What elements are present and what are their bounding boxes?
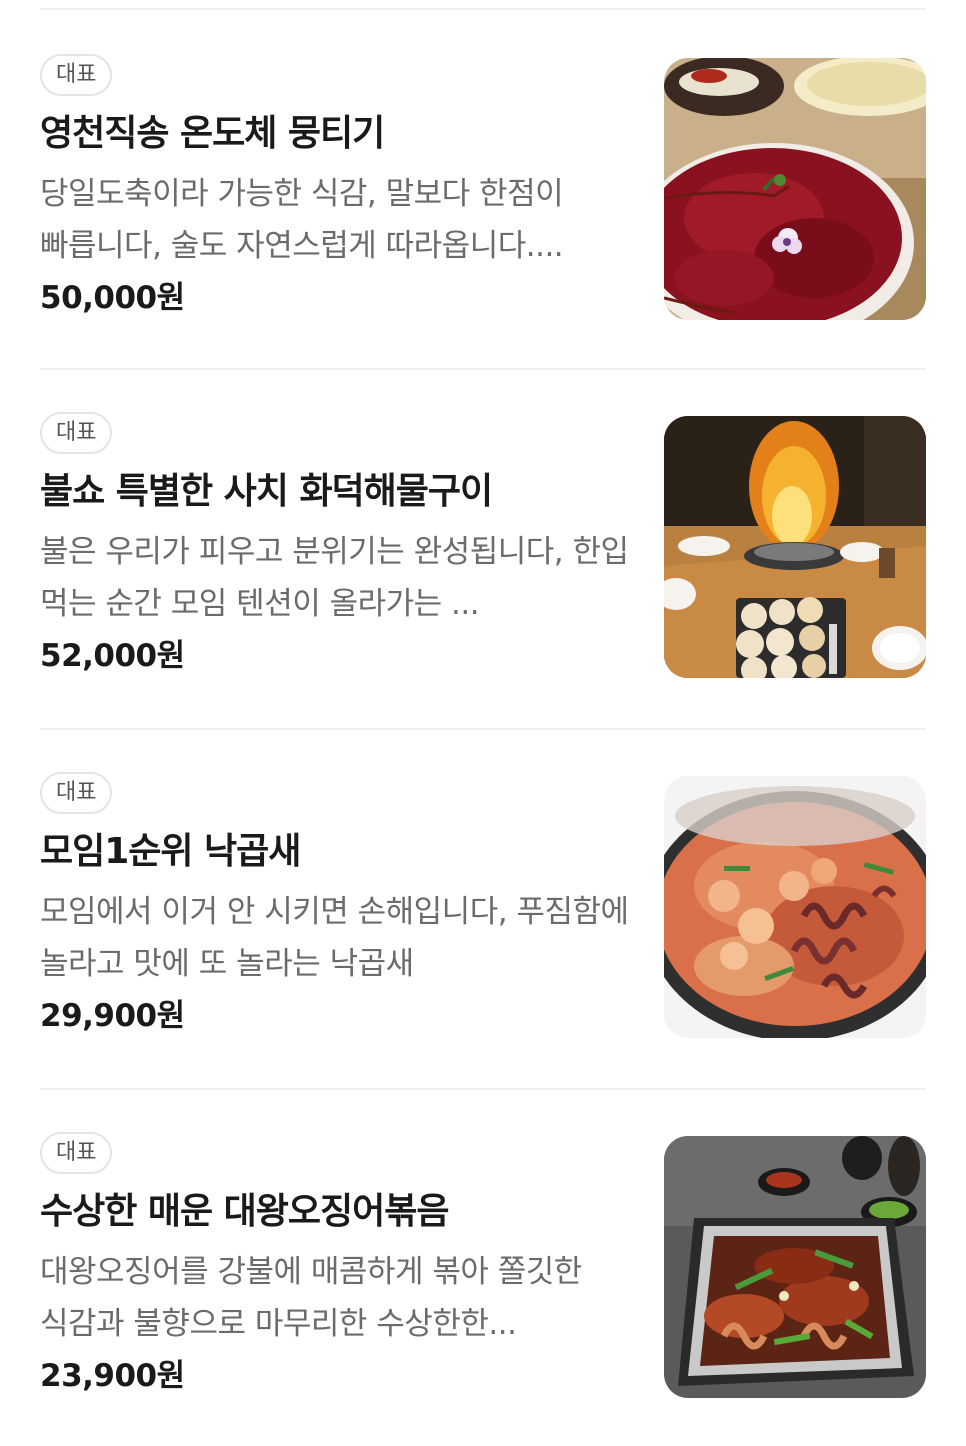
flaming-seafood-grill-photo[interactable] — [664, 416, 926, 678]
menu-item[interactable]: 대표 불쇼 특별한 사치 화덕해물구이 불은 우리가 피우고 분위기는 완성됩니… — [0, 368, 966, 728]
menu-item-name: 영천직송 온도체 뭉티기 — [40, 113, 385, 154]
menu-item-price: 23,900원 — [40, 1358, 185, 1394]
raw-beef-platter-photo[interactable] — [664, 58, 926, 320]
flaming-seafood-grill-image — [664, 416, 926, 678]
menu-item-text: 대표 수상한 매운 대왕오징어볶음 대왕오징어를 강불에 매콤하게 볶아 쫄깃한… — [40, 1132, 630, 1400]
menu-item[interactable]: 대표 영천직송 온도체 뭉티기 당일도축이라 가능한 식감, 말보다 한점이 빠… — [0, 10, 966, 368]
menu-item-description: 대왕오징어를 강불에 매콤하게 볶아 쫄깃한 식감과 불향으로 마무리한 수상한… — [40, 1254, 582, 1342]
menu-item-description: 불은 우리가 피우고 분위기는 완성됩니다, 한입 먹는 순간 모임 텐션이 올… — [40, 534, 629, 622]
signature-badge: 대표 — [40, 772, 113, 814]
menu-item-description: 모임에서 이거 안 시키면 손해입니다, 푸짐함에 놀라고 맛에 또 놀라는 낙… — [40, 894, 629, 982]
raw-beef-platter-image — [664, 58, 926, 320]
menu-item-text: 대표 영천직송 온도체 뭉티기 당일도축이라 가능한 식감, 말보다 한점이 빠… — [40, 54, 630, 322]
menu-list: 대표 영천직송 온도체 뭉티기 당일도축이라 가능한 식감, 말보다 한점이 빠… — [0, 10, 966, 1446]
spicy-squid-stir-fry-image — [664, 1136, 926, 1398]
menu-item-price: 29,900원 — [40, 998, 185, 1034]
menu-item[interactable]: 대표 모임1순위 낙곱새 모임에서 이거 안 시키면 손해입니다, 푸짐함에 놀… — [0, 728, 966, 1088]
signature-badge: 대표 — [40, 1132, 113, 1174]
menu-item-text: 대표 모임1순위 낙곱새 모임에서 이거 안 시키면 손해입니다, 푸짐함에 놀… — [40, 772, 630, 1040]
menu-item-price: 50,000원 — [40, 280, 185, 316]
octopus-tripe-shrimp-stew-photo[interactable] — [664, 776, 926, 1038]
menu-item[interactable]: 대표 수상한 매운 대왕오징어볶음 대왕오징어를 강불에 매콤하게 볶아 쫄깃한… — [0, 1088, 966, 1446]
menu-item-name: 모임1순위 낙곱새 — [40, 831, 301, 872]
octopus-tripe-shrimp-stew-image — [664, 776, 926, 1038]
menu-item-name: 불쇼 특별한 사치 화덕해물구이 — [40, 471, 493, 512]
menu-item-description: 당일도축이라 가능한 식감, 말보다 한점이 빠릅니다, 술도 자연스럽게 따라… — [40, 176, 564, 264]
signature-badge: 대표 — [40, 54, 113, 96]
menu-item-price: 52,000원 — [40, 638, 185, 674]
spicy-squid-stir-fry-photo[interactable] — [664, 1136, 926, 1398]
menu-item-text: 대표 불쇼 특별한 사치 화덕해물구이 불은 우리가 피우고 분위기는 완성됩니… — [40, 412, 630, 680]
menu-item-name: 수상한 매운 대왕오징어볶음 — [40, 1191, 450, 1232]
signature-badge: 대표 — [40, 412, 113, 454]
